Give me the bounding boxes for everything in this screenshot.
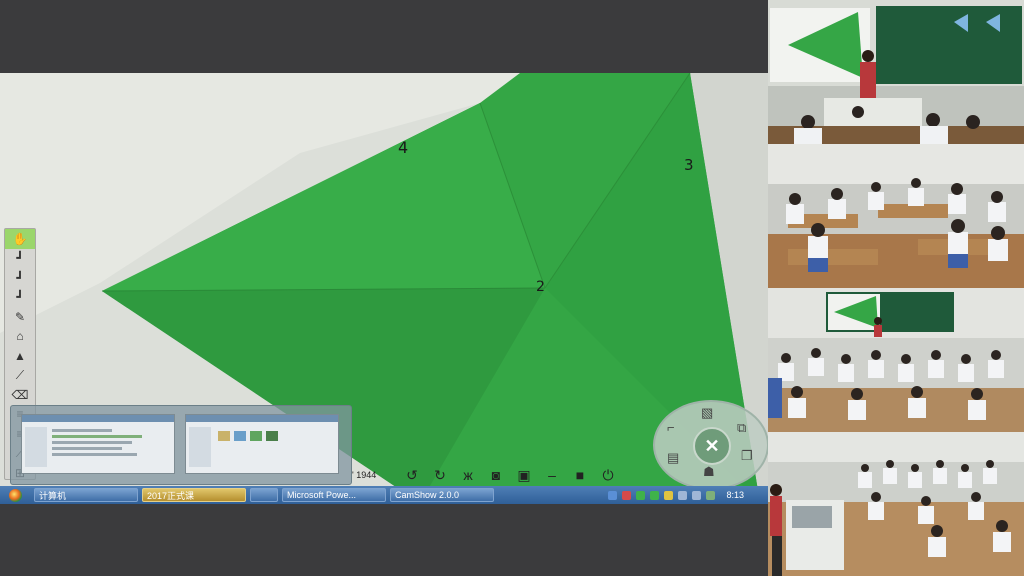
windows-icon[interactable]: ❐ bbox=[741, 448, 753, 464]
crop-icon[interactable]: ⧉ bbox=[737, 420, 746, 436]
tray-icon[interactable] bbox=[608, 490, 618, 500]
camera-dial-menu: ▧ ⧉ ❐ ☗ ▤ ⌐ ✕ bbox=[653, 400, 769, 490]
screen-icon[interactable]: ▤ bbox=[667, 450, 679, 466]
clock: 8:13 bbox=[726, 490, 744, 500]
minimize-icon[interactable]: – bbox=[538, 467, 566, 483]
undo-icon[interactable]: ↺ bbox=[398, 467, 426, 484]
pen-icon[interactable]: ┛ bbox=[5, 268, 35, 288]
maximize-icon[interactable]: ■ bbox=[566, 467, 594, 483]
speaker-icon[interactable] bbox=[692, 490, 702, 500]
brush-icon[interactable]: ⟋ bbox=[5, 366, 35, 386]
box-icon[interactable]: ▧ bbox=[701, 405, 713, 421]
camera-feed-classroom-rear bbox=[768, 288, 1024, 432]
redo-icon[interactable]: ↻ bbox=[426, 467, 454, 484]
window-preview-popup bbox=[10, 405, 352, 485]
network-icon[interactable] bbox=[706, 490, 716, 500]
hand-icon[interactable]: ✋ bbox=[5, 229, 35, 249]
tray-icon[interactable] bbox=[678, 490, 688, 500]
taskbar-item-folder[interactable]: 2017正式课 bbox=[142, 488, 246, 502]
butterfly-icon[interactable]: ж bbox=[454, 467, 482, 483]
mark-3: 3 bbox=[684, 156, 694, 174]
pen-icon[interactable]: ┛ bbox=[5, 249, 35, 269]
window-thumbnail[interactable] bbox=[185, 414, 339, 474]
stamp-icon[interactable]: ▲ bbox=[5, 346, 35, 366]
taskbar-item-camshow[interactable]: CamShow 2.0.0 bbox=[390, 488, 494, 502]
camera-feed-teacher bbox=[768, 0, 1024, 144]
camera-icon[interactable]: ◙ bbox=[482, 467, 510, 483]
tray-icon[interactable] bbox=[664, 490, 674, 500]
taskbar-item-computer[interactable]: 计算机 bbox=[34, 488, 138, 502]
record-icon[interactable]: ▣ bbox=[510, 467, 538, 484]
classroom-camera-panel bbox=[768, 0, 1024, 576]
start-button[interactable] bbox=[0, 486, 30, 504]
close-icon[interactable]: ✕ bbox=[693, 427, 731, 465]
camera-control-bar: ' 1944 ↺ ↻ ж ◙ ▣ – ■ ⏻ bbox=[352, 464, 640, 486]
pen-icon[interactable]: ┛ bbox=[5, 288, 35, 308]
main-screen: ▭ 4 3 2 ✋ ┛ ┛ ┛ ✎ ⌂ ▲ ⟋ ⌫ ≡ bbox=[0, 0, 769, 576]
tray-icon[interactable] bbox=[636, 490, 646, 500]
camera-feed-classroom-wide bbox=[768, 432, 1024, 576]
tray-icon[interactable] bbox=[622, 490, 632, 500]
window-thumbnail[interactable] bbox=[21, 414, 175, 474]
power-icon[interactable]: ⏻ bbox=[594, 467, 622, 484]
taskbar-item-app[interactable] bbox=[250, 488, 278, 502]
document-icon[interactable]: ⌐ bbox=[667, 420, 675, 435]
windows-taskbar: 计算机 2017正式课 Microsoft Powe... CamShow 2.… bbox=[0, 486, 768, 504]
trash-icon[interactable]: ⌫ bbox=[5, 385, 35, 405]
people-icon[interactable]: ☗ bbox=[703, 464, 715, 480]
tray-icon[interactable] bbox=[650, 490, 660, 500]
counter-value: ' 1944 bbox=[352, 470, 377, 480]
taskbar-item-powerpoint[interactable]: Microsoft Powe... bbox=[282, 488, 386, 502]
camera-feed-students-front bbox=[768, 144, 1024, 288]
mark-4: 4 bbox=[398, 138, 408, 157]
system-tray: 8:13 bbox=[518, 486, 768, 504]
shapes-icon[interactable]: ⌂ bbox=[5, 327, 35, 347]
pencil-icon[interactable]: ✎ bbox=[5, 307, 35, 327]
windows-logo-icon bbox=[8, 488, 22, 502]
mark-2: 2 bbox=[536, 279, 545, 295]
